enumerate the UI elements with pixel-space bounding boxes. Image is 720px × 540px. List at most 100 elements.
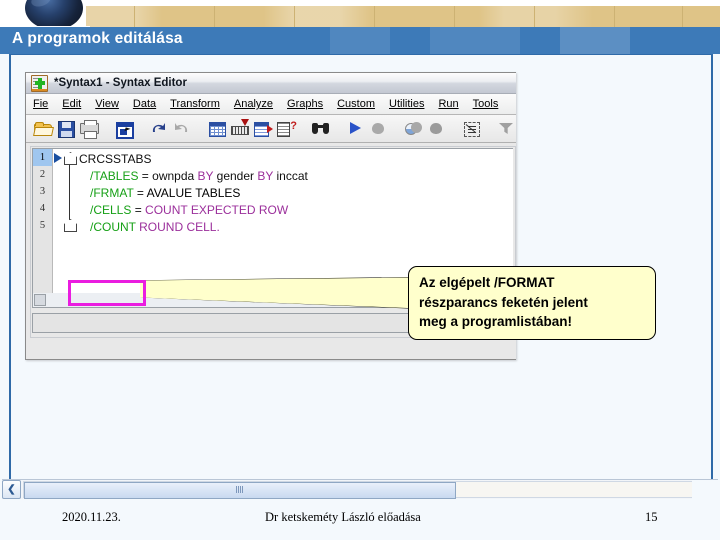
token: COUNT EXPECTED ROW bbox=[145, 203, 289, 217]
run-all-icon[interactable] bbox=[368, 118, 389, 139]
token: CRCSSTABS bbox=[79, 152, 152, 166]
token: AVALUE TABLES bbox=[146, 186, 241, 200]
callout-line-1: Az elgépelt /FORMAT bbox=[419, 275, 555, 290]
callout-line-2: részparancs feketén jelent bbox=[419, 294, 588, 310]
menu-tools[interactable]: Tools bbox=[466, 98, 506, 110]
slide-body: *Syntax1 - Syntax Editor Fie Edit View D… bbox=[0, 54, 720, 540]
page-title: A programok editálása bbox=[12, 30, 183, 47]
line-number-gutter: 1 2 3 4 5 bbox=[33, 149, 53, 294]
menu-edit[interactable]: Edit bbox=[55, 98, 88, 110]
save-file-icon[interactable] bbox=[55, 118, 76, 139]
token: BY bbox=[194, 169, 214, 183]
undo-icon[interactable] bbox=[148, 118, 169, 139]
toolbar-sep-6 bbox=[391, 118, 401, 139]
variables-icon[interactable] bbox=[252, 118, 273, 139]
menu-bar: Fie Edit View Data Transform Analyze Gra… bbox=[26, 94, 516, 115]
menu-graphs[interactable]: Graphs bbox=[280, 98, 330, 110]
menu-run[interactable]: Run bbox=[431, 98, 465, 110]
scroll-thumb[interactable] bbox=[24, 482, 457, 499]
token: BY bbox=[254, 169, 274, 183]
callout-box: Az elgépelt /FORMAT részparancs feketén … bbox=[408, 266, 656, 340]
footer-author: Dr ketskeméty László előadása bbox=[265, 510, 421, 524]
toolbar: ? bbox=[26, 115, 516, 143]
window-title: *Syntax1 - Syntax Editor bbox=[54, 77, 187, 89]
line-number: 4 bbox=[39, 203, 46, 214]
command-start-marker-icon bbox=[64, 152, 77, 165]
code-line-4: /CELLS = COUNT EXPECTED ROW bbox=[79, 202, 513, 219]
token: gender bbox=[213, 169, 255, 183]
find-variable-icon[interactable]: ? bbox=[275, 118, 297, 139]
toolbar-sep-3 bbox=[194, 118, 204, 139]
code-line-3: /FRMAT = AVALUE TABLES bbox=[79, 185, 513, 202]
scroll-track[interactable] bbox=[23, 481, 697, 499]
line-number: 1 bbox=[33, 149, 52, 166]
slide-horizontal-scrollbar[interactable]: ❮ ❯ bbox=[2, 479, 718, 499]
frmat-error-highlight bbox=[68, 280, 146, 306]
token: = bbox=[138, 169, 153, 183]
token: ROUND CELL. bbox=[139, 220, 220, 234]
goto-case-icon[interactable] bbox=[229, 118, 250, 139]
token: = bbox=[131, 203, 146, 217]
open-file-icon[interactable] bbox=[32, 118, 53, 139]
menu-custom[interactable]: Custom bbox=[330, 98, 382, 110]
toolbar-sep-1 bbox=[101, 118, 111, 139]
line-number: 3 bbox=[39, 186, 46, 197]
breakpoint-icon[interactable] bbox=[496, 118, 516, 139]
command-marker-column bbox=[53, 149, 79, 294]
token: /COUNT bbox=[90, 220, 136, 234]
token: /FRMAT bbox=[90, 186, 134, 200]
line-number: 2 bbox=[39, 169, 46, 180]
command-end-marker-icon bbox=[64, 219, 77, 232]
slide-title-bar: A programok editálása bbox=[0, 27, 720, 54]
body-right-rule bbox=[711, 54, 713, 486]
slide-footer: 2020.11.23. Dr ketskeméty László előadás… bbox=[0, 504, 720, 534]
step-through-icon[interactable] bbox=[426, 118, 447, 139]
banner-tan-band bbox=[86, 6, 720, 28]
toolbar-sep-8 bbox=[484, 118, 494, 139]
line-number: 5 bbox=[39, 220, 46, 231]
menu-file[interactable]: Fie bbox=[26, 98, 55, 110]
goto-data-icon[interactable] bbox=[206, 118, 227, 139]
title-sheen-1 bbox=[330, 27, 390, 54]
run-selection-icon[interactable] bbox=[345, 118, 366, 139]
toolbar-sep-7 bbox=[449, 118, 459, 139]
menu-utilities[interactable]: Utilities bbox=[382, 98, 431, 110]
scrollbar-right-gap bbox=[692, 480, 718, 499]
token: = bbox=[133, 186, 147, 200]
callout-line-3: meg a programlistában! bbox=[419, 314, 573, 329]
command-span-line bbox=[69, 160, 70, 222]
title-sheen-3 bbox=[560, 27, 630, 54]
footer-page-number: 15 bbox=[645, 510, 658, 524]
menu-view[interactable]: View bbox=[88, 98, 126, 110]
window-title-bar: *Syntax1 - Syntax Editor bbox=[26, 73, 516, 94]
find-icon[interactable] bbox=[310, 118, 331, 139]
title-sheen-2 bbox=[430, 27, 520, 54]
redo-icon[interactable] bbox=[171, 118, 192, 139]
footer-date: 2020.11.23. bbox=[62, 510, 121, 524]
banner-texture bbox=[86, 6, 720, 28]
syntax-code[interactable]: CRCSSTABS /TABLES = ownpda BY gender BY … bbox=[79, 151, 513, 236]
syntax-help-icon[interactable] bbox=[461, 118, 482, 139]
run-to-end-icon[interactable] bbox=[403, 118, 424, 139]
token: ownpda bbox=[152, 169, 195, 183]
body-top-rule bbox=[9, 54, 712, 55]
spss-document-icon bbox=[31, 74, 48, 92]
token: /TABLES bbox=[90, 169, 139, 183]
scroll-grip-icon bbox=[236, 486, 245, 493]
code-line-5: /COUNT ROUND CELL. bbox=[79, 219, 513, 236]
token: /CELLS bbox=[90, 203, 132, 217]
run-command-marker-icon[interactable] bbox=[54, 153, 62, 163]
print-icon[interactable] bbox=[78, 118, 99, 139]
slide-banner: A programok editálása bbox=[0, 0, 720, 54]
token: inccat bbox=[273, 169, 308, 183]
body-left-rule bbox=[9, 54, 11, 486]
menu-data[interactable]: Data bbox=[126, 98, 163, 110]
toolbar-sep-2 bbox=[136, 118, 146, 139]
editor-scroll-thumb[interactable] bbox=[34, 294, 46, 306]
scroll-left-button[interactable]: ❮ bbox=[2, 480, 21, 499]
toolbar-sep-4 bbox=[298, 118, 308, 139]
code-line-1: CRCSSTABS bbox=[79, 151, 513, 168]
menu-analyze[interactable]: Analyze bbox=[227, 98, 280, 110]
recall-dialog-icon[interactable] bbox=[113, 118, 134, 139]
menu-transform[interactable]: Transform bbox=[163, 98, 227, 110]
